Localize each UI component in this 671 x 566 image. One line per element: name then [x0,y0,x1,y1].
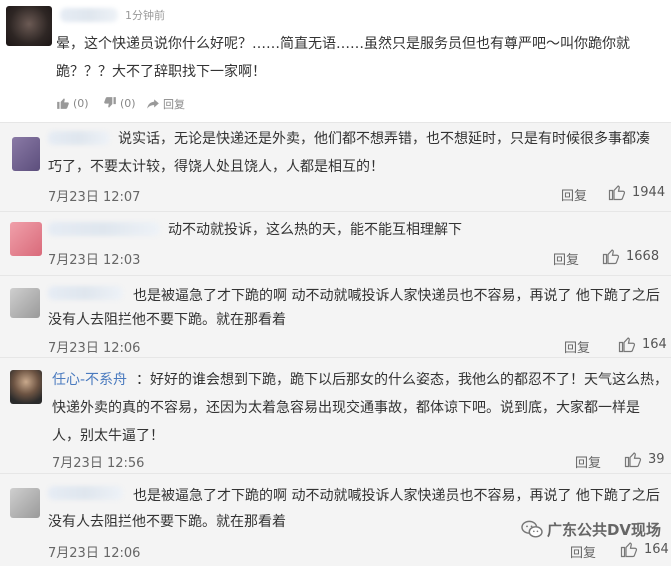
comment-text: 晕，这个快递员说你什么好呢？……简直无语……虽然只是服务员但也有尊严吧～叫你跪你… [56,36,630,80]
avatar[interactable] [12,137,40,171]
username-blurred[interactable] [48,131,110,145]
username-blurred[interactable] [60,8,118,22]
like-button[interactable]: 164 [620,540,669,558]
comment-date: 7月23日 12:03 [48,253,141,268]
share-icon [147,99,159,109]
thumb-up-icon [624,452,642,468]
reply-button[interactable]: 回复 [575,452,601,471]
comment-item: 也是被逼急了才下跪的啊 动不动就喊投诉人家快递员也不容易，再说了 他下跪了之后 … [0,275,671,357]
thumb-up-icon [608,185,626,201]
comment-item: 1分钟前 晕，这个快递员说你什么好呢？……简直无语……虽然只是服务员但也有尊严吧… [0,0,671,122]
thumb-up-icon [620,542,638,558]
thumb-down-icon [104,97,116,108]
comment-text: 也是被逼急了才下跪的啊 动不动就喊投诉人家快递员也不容易，再说了 他下跪了之后 [133,488,660,504]
watermark: 广东公共DV现场 [521,519,661,540]
username-blurred[interactable] [48,486,123,500]
comment-text: 动不动就投诉，这么热的天，能不能互相理解下 [168,222,462,238]
reply-button[interactable]: 回复 [146,96,185,112]
avatar[interactable] [10,370,42,404]
comment-item: 任心-不系舟 ：好好的谁会想到下跪，跪下以后那女的什么姿态，我他么的都忍不了！天… [0,357,671,473]
comment-date: 7月23日 12:07 [48,190,141,205]
comment-text: ：好好的谁会想到下跪，跪下以后那女的什么姿态，我他么的都忍不了！天气这么热， [136,372,668,388]
comment-date: 7月23日 12:56 [52,456,145,471]
comment-date: 7月23日 12:06 [48,341,141,356]
comment-item: 说实话，无论是快递还是外卖，他们都不想弄错，也不想延时，只是有时候很多事都凑 巧… [0,122,671,211]
username-blurred[interactable] [48,222,160,236]
reply-button[interactable]: 回复 [564,337,590,356]
reply-button[interactable]: 回复 [561,185,587,204]
comment-text-cont: 没有人去阻拦他不要下跪。就在那看着 [48,312,286,328]
thumb-up-icon [618,337,636,353]
like-button[interactable]: 1944 [608,183,665,201]
thumb-up-icon [602,249,620,265]
dislike-button[interactable]: (0) [103,96,136,110]
avatar[interactable] [6,6,52,46]
avatar[interactable] [10,488,40,518]
comment-date: 7月23日 12:06 [48,546,141,561]
comment-item: 动不动就投诉，这么热的天，能不能互相理解下 7月23日 12:03 回复 166… [0,211,671,275]
comment-text: 说实话，无论是快递还是外卖，他们都不想弄错，也不想延时，只是有时候很多事都凑 [118,131,650,147]
reply-button[interactable]: 回复 [570,542,596,561]
avatar[interactable] [10,222,42,256]
wechat-icon [521,520,543,538]
comment-text-cont: 没有人去阻拦他不要下跪。就在那看着 [48,514,286,530]
username-link[interactable]: 任心-不系舟 [52,366,127,394]
username-blurred[interactable] [48,286,123,300]
comment-text-cont: 快递外卖的真的不容易，还因为太着急容易出现交通事故，都体谅下吧。说到底，大家都一… [52,400,640,444]
like-button[interactable]: (0) [56,96,89,110]
like-button[interactable]: 1668 [602,247,659,265]
like-button[interactable]: 164 [618,335,667,353]
reply-button[interactable]: 回复 [553,249,579,268]
comment-time: 1分钟前 [125,9,165,22]
thumb-up-icon [57,98,69,109]
like-button[interactable]: 39 [624,450,665,468]
avatar[interactable] [10,288,40,318]
comment-text-cont: 巧了，不要太计较，得饶人处且饶人，人都是相互的！ [48,159,384,175]
